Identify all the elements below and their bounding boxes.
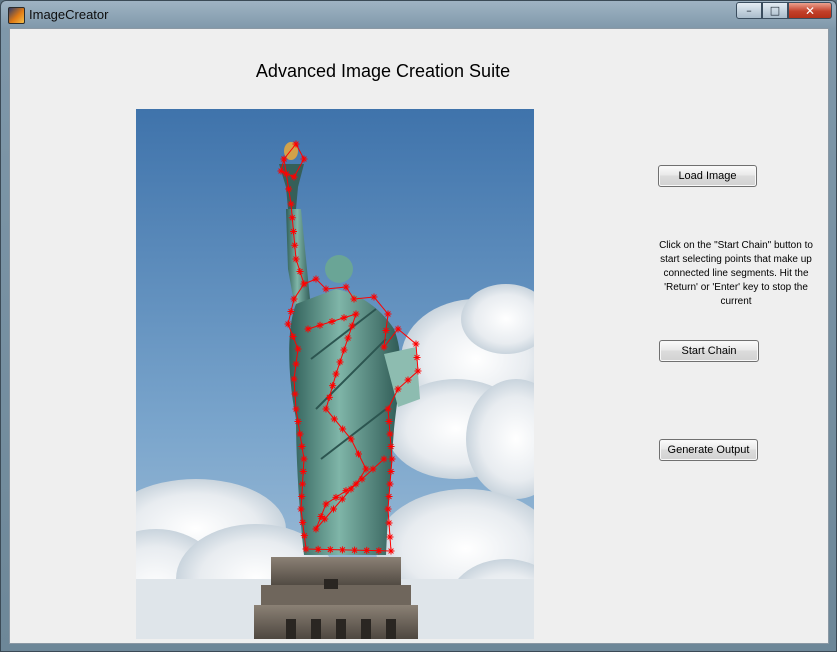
window-title: ImageCreator [29, 7, 109, 22]
pedestal [254, 557, 418, 639]
point-marker [414, 367, 422, 375]
start-chain-button[interactable]: Start Chain [659, 340, 759, 362]
page-title: Advanced Image Creation Suite [255, 61, 511, 81]
instructions-text: Click on the "Start Chain" button to sta… [659, 240, 813, 307]
app-window: ImageCreator – □ ✕ Advanced Image Creati… [0, 0, 837, 652]
image-axes[interactable] [136, 109, 534, 639]
load-image-button[interactable]: Load Image [658, 165, 757, 187]
window-controls: – □ ✕ [736, 2, 832, 19]
matlab-app-icon [8, 7, 25, 24]
title-bar[interactable]: ImageCreator – □ ✕ [1, 1, 836, 27]
point-marker [404, 376, 412, 384]
statue-image[interactable] [136, 109, 534, 639]
generate-output-button[interactable]: Generate Output [659, 439, 758, 461]
figure-client-area: Advanced Image Creation Suite Load Image… [9, 28, 829, 644]
close-icon[interactable]: ✕ [788, 2, 832, 19]
point-marker [394, 385, 402, 393]
maximize-icon[interactable]: □ [762, 2, 788, 19]
minimize-icon[interactable]: – [736, 2, 762, 19]
